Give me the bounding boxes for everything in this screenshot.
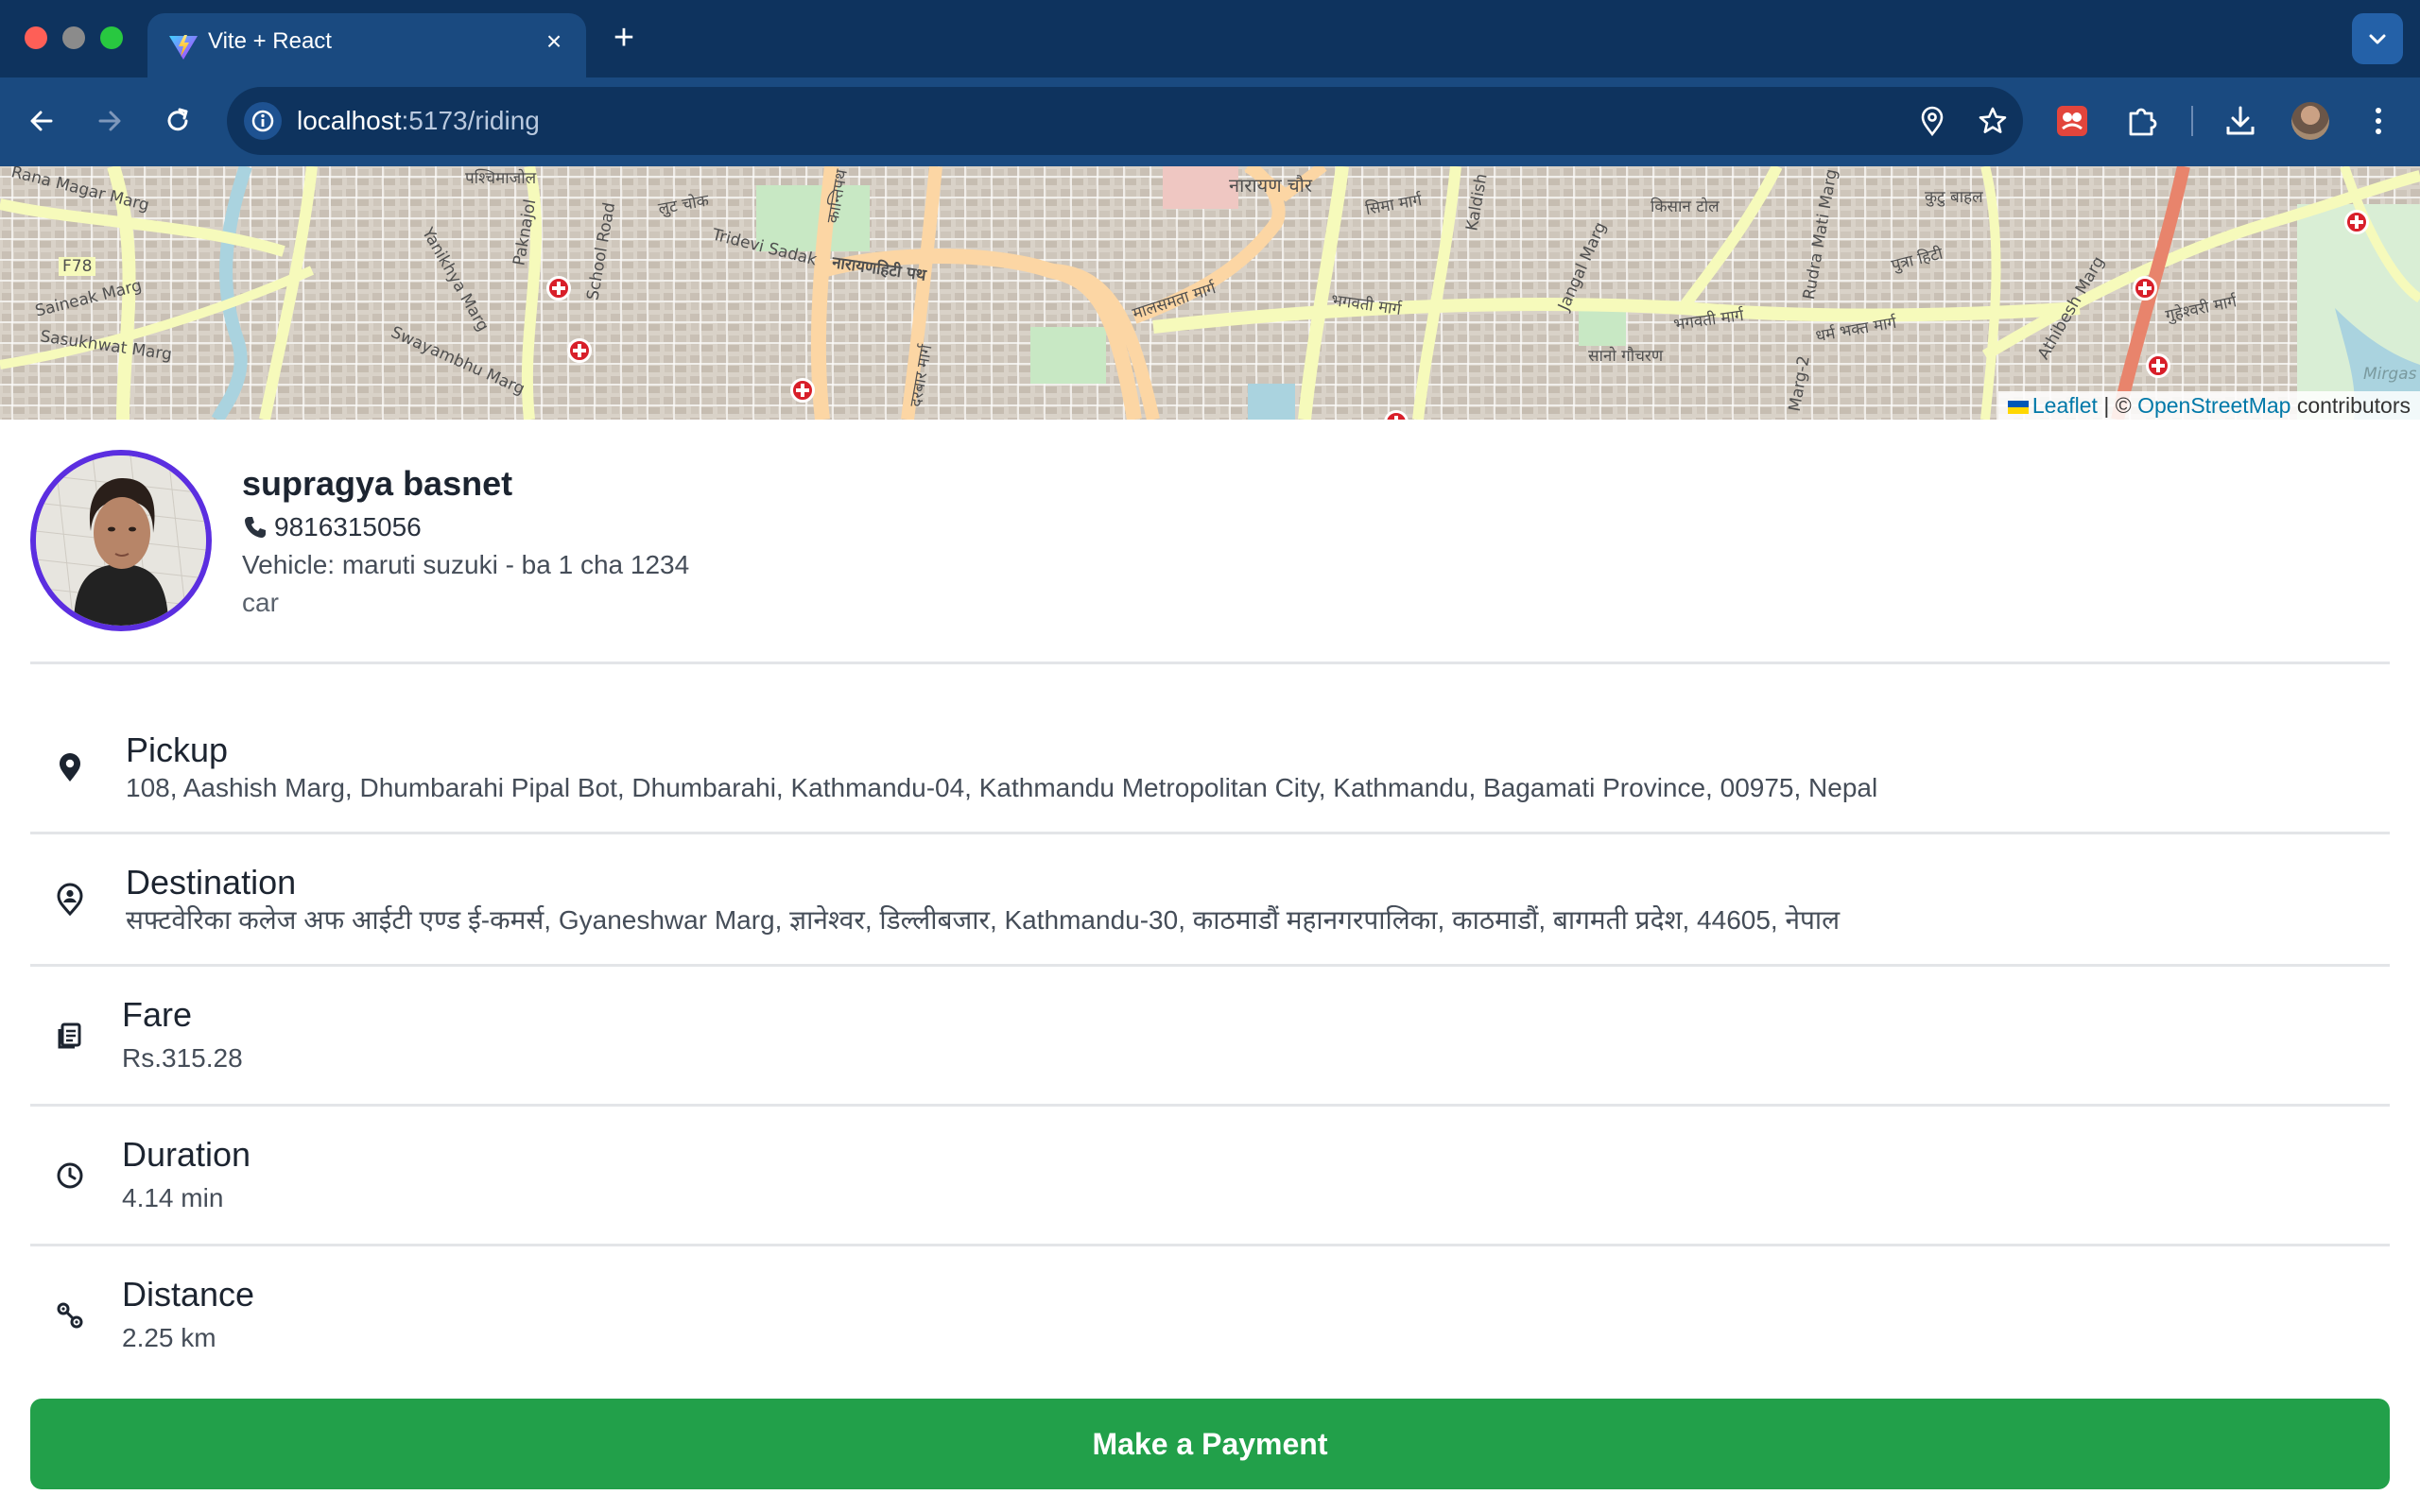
distance-label: Distance — [122, 1275, 255, 1314]
clock-icon — [57, 1162, 83, 1189]
chevron-down-icon — [2369, 34, 2386, 44]
distance-row: Distance 2.25 km — [30, 1263, 2390, 1383]
destination-address: सफ्टवेरिका कलेज अफ आईटी एण्ड ई-कमर्स, Gy… — [126, 905, 1841, 935]
divider — [30, 1244, 2390, 1246]
route-map[interactable]: Rana Magar Marg F78 Saineak Marg Sasukhw… — [0, 166, 2420, 420]
distance-value: 2.25 km — [122, 1323, 216, 1352]
phone-number: 9816315056 — [274, 512, 422, 541]
attribution-contributors: contributors — [2296, 393, 2411, 418]
phone-icon — [245, 517, 266, 538]
hospital-marker[interactable] — [790, 378, 815, 403]
site-info-button[interactable] — [244, 102, 282, 140]
map-attribution: Leaflet | © OpenStreetMap contributors — [1997, 391, 2420, 420]
copyright-symbol: © — [2115, 393, 2132, 418]
pickup-address: 108, Aashish Marg, Dhumbarahi Pipal Bot,… — [126, 773, 1878, 802]
divider — [30, 1104, 2390, 1107]
vehicle-type: car — [242, 588, 279, 617]
leaflet-link[interactable]: Leaflet — [2032, 393, 2098, 418]
route-icon — [57, 1302, 83, 1329]
pickup-row: Pickup 108, Aashish Marg, Dhumbarahi Pip… — [30, 718, 2390, 832]
receipt-icon — [58, 1022, 81, 1049]
hospital-marker[interactable] — [2146, 353, 2170, 378]
map-label: किसान टोल — [1651, 198, 1720, 216]
extension-icon[interactable] — [2051, 100, 2093, 142]
tab-search-button[interactable] — [2352, 13, 2403, 64]
bookmark-star-icon[interactable] — [1976, 104, 2010, 138]
map-label: F78 — [59, 257, 96, 276]
hospital-marker[interactable] — [2344, 210, 2369, 234]
fare-label: Fare — [122, 995, 193, 1034]
forward-button[interactable] — [87, 98, 132, 144]
location-pin-icon — [60, 753, 80, 782]
destination-row: Destination सफ्टवेरिका कलेज अफ आईटी एण्ड… — [30, 850, 2390, 964]
divider — [30, 662, 2390, 664]
back-button[interactable] — [19, 98, 64, 144]
tab-title: Vite + React — [208, 28, 332, 54]
toolbar-separator — [2191, 106, 2193, 136]
url-host: localhost — [297, 106, 402, 135]
map-label: सानो गौचरण — [1588, 347, 1664, 366]
location-pin-icon[interactable] — [1915, 104, 1949, 138]
kebab-menu-icon[interactable] — [2358, 100, 2399, 142]
map-label: कुटु बाहल — [1925, 188, 1983, 207]
address-bar[interactable]: localhost:5173/riding — [227, 87, 2023, 155]
driver-avatar — [30, 450, 212, 631]
browser-tab-active[interactable]: Vite + React × — [147, 13, 586, 77]
divider — [30, 964, 2390, 967]
make-payment-button[interactable]: Make a Payment — [30, 1399, 2390, 1489]
site-info-icon — [251, 110, 274, 132]
driver-vehicle: Vehicle: maruti suzuki - ba 1 cha 1234 — [242, 550, 690, 579]
ukraine-flag-icon — [2007, 400, 2029, 414]
profile-avatar[interactable] — [2291, 102, 2329, 140]
hospital-marker[interactable] — [567, 338, 592, 363]
map-label: नारायण चौर — [1229, 174, 1313, 197]
url-text[interactable]: localhost:5173/riding — [297, 104, 540, 138]
attribution-separator: | — [2103, 393, 2110, 418]
map-label: पश्चिमाजोल — [465, 169, 537, 188]
back-arrow-icon — [30, 111, 53, 131]
map-label: Mirgas — [2363, 365, 2417, 384]
maximize-window-button[interactable] — [100, 26, 123, 49]
pickup-label: Pickup — [126, 730, 229, 769]
hospital-marker[interactable] — [546, 276, 571, 301]
fare-value: Rs.315.28 — [122, 1043, 243, 1073]
browser-toolbar: localhost:5173/riding — [0, 77, 2420, 166]
driver-photo — [36, 455, 206, 626]
download-icon[interactable] — [2220, 100, 2261, 142]
destination-label: Destination — [126, 863, 297, 902]
duration-value: 4.14 min — [122, 1183, 224, 1212]
driver-name: supragya basnet — [242, 464, 513, 503]
openstreetmap-link[interactable]: OpenStreetMap — [2137, 393, 2290, 418]
person-pin-icon — [57, 883, 83, 917]
tab-close-icon[interactable]: × — [539, 26, 569, 57]
forward-arrow-icon — [98, 111, 121, 131]
close-window-button[interactable] — [25, 26, 47, 49]
new-tab-button[interactable]: + — [605, 19, 643, 57]
divider — [30, 832, 2390, 834]
puzzle-icon[interactable] — [2121, 100, 2163, 142]
vite-logo-icon — [169, 35, 198, 60]
hospital-marker[interactable] — [2133, 276, 2157, 301]
duration-row: Duration 4.14 min — [30, 1123, 2390, 1244]
duration-label: Duration — [122, 1135, 251, 1174]
reload-button[interactable] — [155, 98, 200, 144]
url-path: :5173/riding — [401, 106, 540, 135]
driver-phone: 9816315056 — [242, 510, 422, 544]
reload-icon — [167, 108, 188, 131]
browser-tab-strip: Vite + React × + — [0, 0, 2420, 77]
minimize-window-button[interactable] — [62, 26, 85, 49]
fare-row: Fare Rs.315.28 — [30, 983, 2390, 1104]
